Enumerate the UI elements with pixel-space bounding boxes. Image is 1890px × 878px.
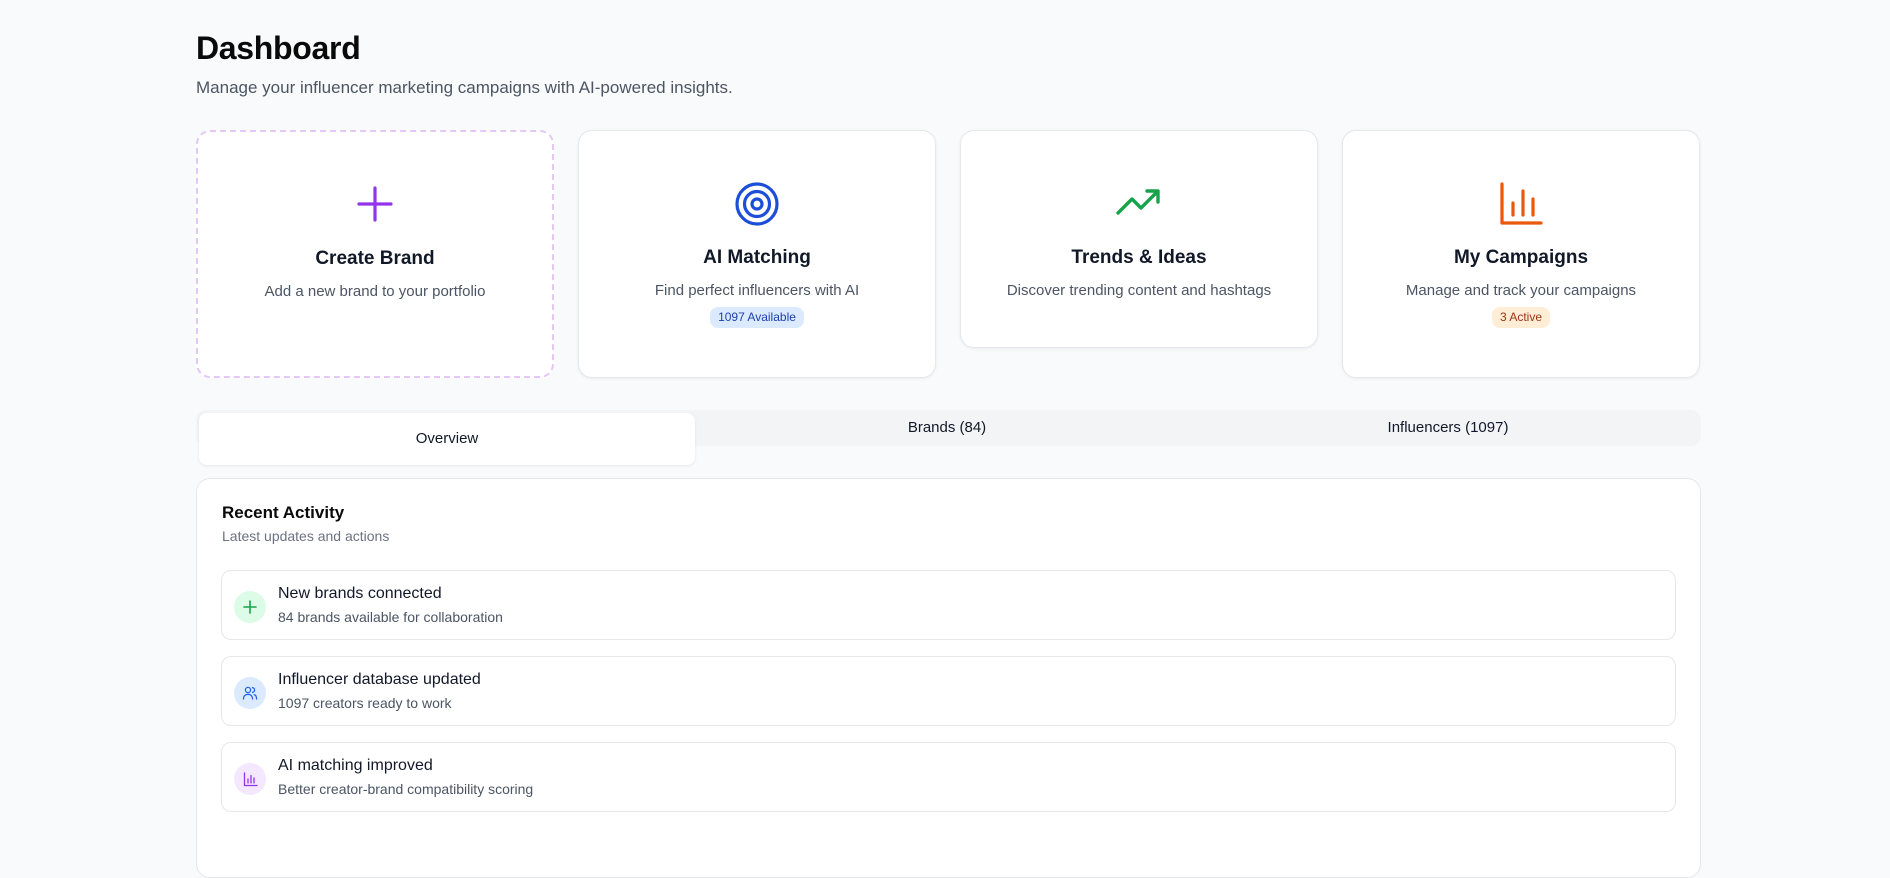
create-brand-card[interactable]: Create Brand Add a new brand to your por…: [196, 130, 554, 378]
ai-matching-card[interactable]: AI Matching Find perfect influencers wit…: [578, 130, 936, 378]
panel-subtitle: Latest updates and actions: [222, 528, 390, 544]
panel-title: Recent Activity: [222, 503, 345, 522]
activity-item: AI matching improved Better creator-bran…: [221, 742, 1676, 812]
active-badge: 3 Active: [1491, 307, 1551, 328]
activity-title: New brands connected: [278, 585, 442, 602]
dashboard-page: Dashboard Manage your influencer marketi…: [196, 28, 1701, 878]
activity-subtitle: Better creator-brand compatibility scori…: [278, 781, 534, 797]
my-campaigns-card[interactable]: My Campaigns Manage and track your campa…: [1342, 130, 1700, 378]
card-title: My Campaigns: [1453, 247, 1589, 268]
activity-item: New brands connected 84 brands available…: [221, 570, 1676, 640]
card-title: Trends & Ideas: [1071, 247, 1207, 268]
users-icon: [234, 677, 266, 709]
card-description: Find perfect influencers with AI: [654, 282, 860, 299]
card-description: Manage and track your campaigns: [1405, 282, 1637, 299]
tab-overview[interactable]: Overview: [199, 413, 695, 465]
tab-influencers[interactable]: Influencers (1097): [1198, 410, 1698, 446]
card-description: Add a new brand to your portfolio: [264, 283, 486, 300]
plus-icon: [198, 182, 552, 226]
activity-subtitle: 84 brands available for collaboration: [278, 609, 503, 625]
plus-icon: [234, 591, 266, 623]
page-subtitle: Manage your influencer marketing campaig…: [196, 78, 733, 97]
activity-item: Influencer database updated 1097 creator…: [221, 656, 1676, 726]
card-title: AI Matching: [703, 247, 811, 268]
trending-up-icon: [961, 181, 1317, 225]
bar-chart-icon: [1343, 181, 1699, 225]
quick-action-cards: Create Brand Add a new brand to your por…: [196, 130, 1701, 380]
tab-brands[interactable]: Brands (84): [697, 410, 1197, 446]
available-badge: 1097 Available: [710, 307, 804, 328]
recent-activity-panel: Recent Activity Latest updates and actio…: [196, 478, 1701, 878]
card-title: Create Brand: [315, 248, 435, 269]
trends-ideas-card[interactable]: Trends & Ideas Discover trending content…: [960, 130, 1318, 348]
card-description: Discover trending content and hashtags: [1006, 282, 1272, 299]
page-title: Dashboard: [196, 30, 361, 66]
activity-title: Influencer database updated: [278, 671, 481, 688]
activity-title: AI matching improved: [278, 757, 433, 774]
bar-chart-icon: [234, 763, 266, 795]
activity-subtitle: 1097 creators ready to work: [278, 695, 452, 711]
tab-bar: Overview Brands (84) Influencers (1097): [196, 410, 1701, 465]
target-icon: [579, 181, 935, 226]
